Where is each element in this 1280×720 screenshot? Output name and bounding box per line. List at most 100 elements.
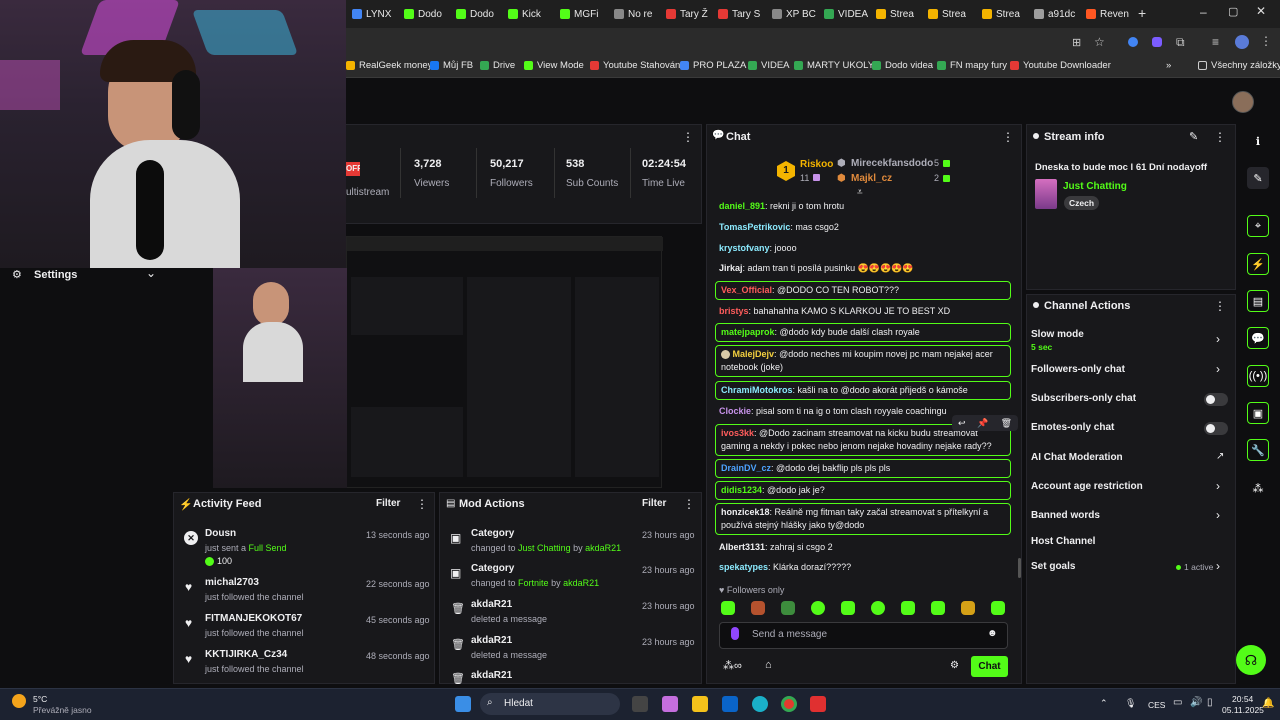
emote-icon[interactable] (931, 601, 945, 615)
chat-message[interactable]: Vex_Official: @DODO CO TEN ROBOT??? (715, 281, 1011, 300)
browser-tab[interactable]: MGFi (560, 3, 606, 25)
panel-icon[interactable]: ▣ (1247, 402, 1269, 424)
translate-icon[interactable]: ⊞ (1072, 36, 1081, 49)
chat-scrollbar[interactable] (1018, 558, 1021, 578)
chat-username[interactable]: Jirkaj (719, 263, 743, 273)
account-age-action[interactable]: Account age restriction (1031, 481, 1143, 492)
battery-icon[interactable]: ▯ (1207, 697, 1213, 708)
chat-username[interactable]: Albert3131 (719, 542, 765, 552)
chat-username[interactable]: ivos3kk (721, 428, 754, 438)
bookmark-item[interactable]: PRO PLAZA (680, 60, 746, 71)
browser-tab[interactable]: Dodo (404, 3, 450, 25)
feed-user[interactable]: KKTIJIRKA_Cz34 (205, 649, 287, 660)
send-chat-button[interactable]: Chat (971, 656, 1008, 677)
browser-tab[interactable]: Tary Ž (666, 3, 712, 25)
language-indicator[interactable]: CES (1148, 700, 1165, 710)
emote-icon[interactable] (961, 601, 975, 615)
user-avatar[interactable] (1232, 91, 1254, 113)
bookmark-item[interactable]: View Mode (524, 60, 584, 71)
chevron-right-icon[interactable]: › (1216, 559, 1220, 573)
browser-tab[interactable]: LYNX (352, 3, 398, 25)
chat-username[interactable]: ChramiMotokros (721, 385, 793, 395)
settings-bar[interactable] (0, 268, 170, 286)
chat-message[interactable]: krystofvany: joooo (715, 242, 1011, 255)
bookmark-item[interactable]: MARTY UKOLY (794, 60, 874, 71)
chevron-right-icon[interactable]: › (1216, 508, 1220, 522)
chevron-right-icon[interactable]: › (1216, 332, 1220, 346)
third-gifter-name[interactable]: Majkl_cz (851, 173, 892, 184)
extensions-puzzle-icon[interactable]: ⧉ (1176, 35, 1185, 50)
category-name[interactable]: Just Chatting (1063, 181, 1127, 192)
subscribers-only-action[interactable]: Subscribers-only chat (1031, 393, 1136, 404)
close-window-icon[interactable]: ✕ (1256, 4, 1266, 18)
extension-icon[interactable] (1128, 37, 1138, 47)
chat-message[interactable]: spekatypes: Klárka dorazí????? (715, 561, 1011, 574)
emote-icon[interactable] (901, 601, 915, 615)
tray-overflow-icon[interactable]: ⌃ (1100, 698, 1108, 709)
chat-username[interactable]: TomasPetrikovic (719, 222, 790, 232)
chevron-right-icon[interactable]: › (1216, 362, 1220, 376)
chat-username[interactable]: spekatypes (719, 562, 768, 572)
document-icon[interactable]: ▤ (1247, 290, 1269, 312)
windows-start-icon[interactable] (455, 696, 471, 712)
store-icon[interactable]: ⌂ (765, 659, 772, 671)
browser-tab[interactable]: Kick (508, 3, 554, 25)
channel-actions-menu-icon[interactable]: ⋮ (1214, 299, 1226, 313)
clip-icon[interactable]: ⌖ (1247, 215, 1269, 237)
bookmark-item[interactable]: Drive (480, 60, 515, 71)
microphone-tray-icon[interactable]: 🎙 (1125, 698, 1136, 709)
mod-filter-button[interactable]: Filter (642, 498, 666, 509)
emote-icon[interactable] (991, 601, 1005, 615)
panel-menu-icon[interactable]: ⋮ (682, 130, 694, 144)
chat-username[interactable]: Clockie (719, 406, 751, 416)
chat-menu-icon[interactable]: ⋮ (1002, 130, 1014, 144)
microphone-icon[interactable] (731, 627, 739, 640)
wrench-icon[interactable]: 🔧 (1247, 439, 1269, 461)
chat-username[interactable]: krystofvany (719, 243, 770, 253)
app-icon[interactable] (810, 696, 826, 712)
emotes-only-action[interactable]: Emotes-only chat (1031, 422, 1114, 433)
volume-icon[interactable]: 🔊 (1190, 697, 1202, 708)
chat-message[interactable]: Albert3131: zahraj si csgo 2 (715, 541, 1011, 554)
maximize-icon[interactable]: ▢ (1228, 5, 1238, 18)
emote-icon[interactable] (841, 601, 855, 615)
minimize-icon[interactable]: – (1200, 5, 1207, 19)
info-icon[interactable]: ℹ (1247, 130, 1269, 152)
infinity-icon[interactable]: ⁂∞ (723, 659, 742, 672)
browser-tab[interactable]: Strea (982, 3, 1028, 25)
external-link-icon[interactable]: ↗ (1216, 451, 1224, 462)
browser-tab[interactable]: XP BC (772, 3, 818, 25)
second-gifter-name[interactable]: Mirecekfansdodo (851, 158, 933, 169)
feed-user[interactable]: Dousn (205, 528, 236, 539)
notifications-icon[interactable]: 🔔 (1262, 698, 1274, 709)
file-explorer-icon[interactable] (692, 696, 708, 712)
mod-menu-icon[interactable]: ⋮ (683, 497, 695, 511)
subscribers-only-toggle[interactable] (1204, 393, 1228, 406)
bookmarks-overflow-icon[interactable]: » (1166, 60, 1171, 71)
outlook-icon[interactable] (722, 696, 738, 712)
network-icon[interactable]: ▭ (1173, 697, 1182, 708)
multistream-label[interactable]: ultistream (346, 187, 389, 198)
emote-icon[interactable] (781, 601, 795, 615)
new-tab-icon[interactable]: + (1138, 5, 1146, 21)
bookmark-item[interactable]: FN mapy fury (937, 60, 1007, 71)
chat-message[interactable]: honzicek18: Reálně mg fitman taky začal … (715, 503, 1011, 535)
delete-icon[interactable]: 🗑 (1001, 418, 1012, 429)
banned-words-action[interactable]: Banned words (1031, 510, 1100, 521)
chat-message[interactable]: Jirkaj: adam tran ti posílá pusinku 😍😍😍😍… (715, 262, 1011, 275)
users-icon[interactable]: ⁂ (1247, 477, 1269, 499)
emote-icon[interactable] (811, 601, 825, 615)
edge-icon[interactable] (752, 696, 768, 712)
copilot-icon[interactable] (662, 696, 678, 712)
reading-list-icon[interactable]: ≡ (1212, 35, 1219, 49)
chevron-right-icon[interactable]: › (1216, 479, 1220, 493)
chat-username[interactable]: matejpaprok (721, 327, 775, 337)
chat-message[interactable]: DrainDV_cz: @dodo dej bakflip pls pls pl… (715, 459, 1011, 478)
weather-temperature[interactable]: 5°C (33, 694, 47, 704)
browser-tab[interactable]: Reven (1086, 3, 1132, 25)
all-bookmarks[interactable]: Všechny záložky (1198, 60, 1280, 71)
emoji-icon[interactable]: ☻ (987, 628, 998, 639)
emote-icon[interactable] (751, 601, 765, 615)
bookmark-item[interactable]: Můj FB (430, 60, 473, 71)
bookmark-item[interactable]: Youtube Stahování (590, 60, 683, 71)
